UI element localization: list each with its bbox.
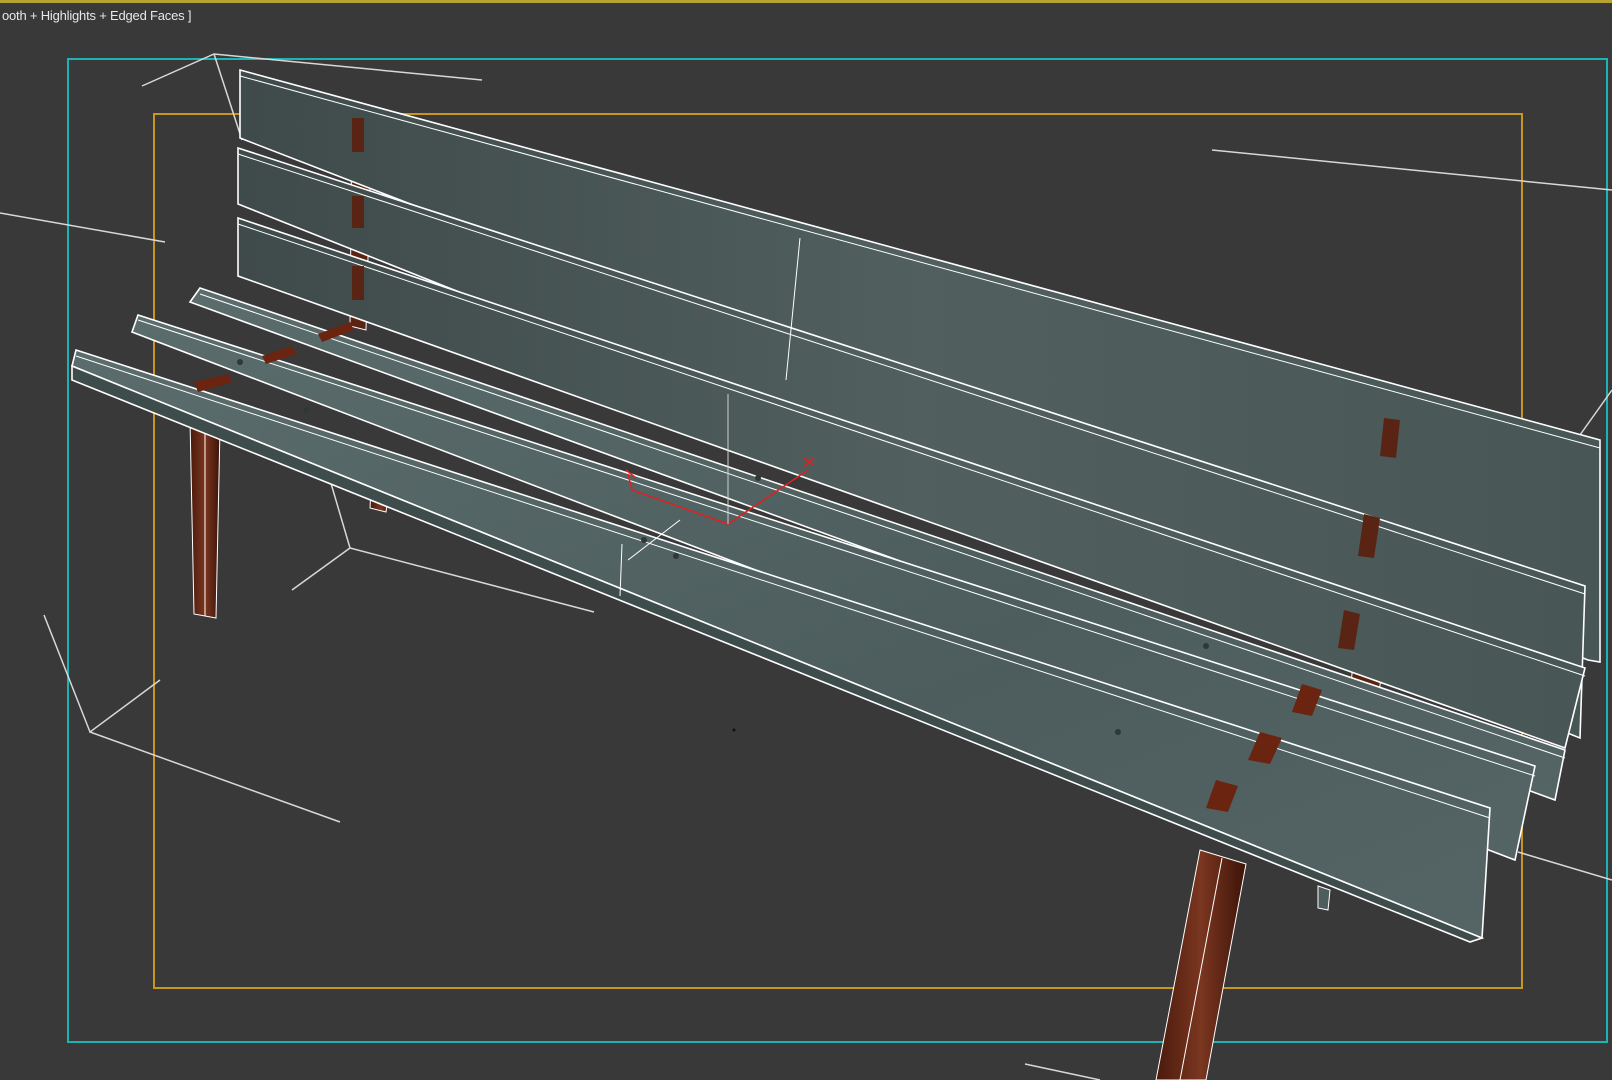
- pivot-point: [732, 728, 736, 732]
- scene-canvas[interactable]: [0, 0, 1612, 1080]
- viewport-perspective[interactable]: ooth + Highlights + Edged Faces ]: [0, 0, 1612, 1080]
- bench-leg-right: [1155, 849, 1331, 1080]
- bench-leg-left: [189, 419, 221, 619]
